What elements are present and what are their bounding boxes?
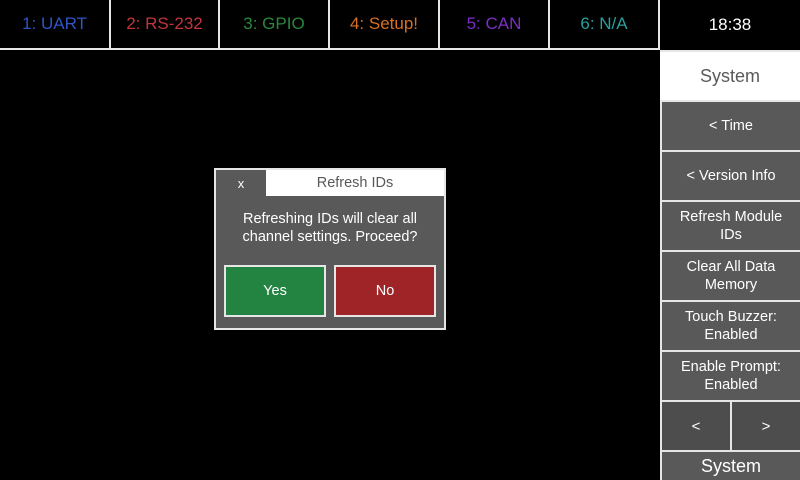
- sidebar-header: System: [660, 52, 800, 100]
- time-button[interactable]: < Time: [662, 102, 800, 150]
- previous-page-button[interactable]: <: [662, 402, 730, 450]
- refresh-ids-dialog: x Refresh IDs Refreshing IDs will clear …: [214, 168, 446, 330]
- dialog-title: Refresh IDs: [266, 170, 444, 196]
- system-sidebar: System < Time < Version Info Refresh Mod…: [660, 50, 800, 480]
- tab-setup[interactable]: 4: Setup!: [330, 0, 440, 50]
- tab-na[interactable]: 6: N/A: [550, 0, 660, 50]
- tab-gpio[interactable]: 3: GPIO: [220, 0, 330, 50]
- clock-display: 18:38: [660, 0, 800, 50]
- channel-tab-bar: 1: UART 2: RS-232 3: GPIO 4: Setup! 5: C…: [0, 0, 800, 50]
- dialog-message: Refreshing IDs will clear all channel se…: [242, 211, 418, 245]
- enable-prompt-toggle[interactable]: Enable Prompt: Enabled: [662, 352, 800, 400]
- sidebar-footer: System: [662, 452, 800, 480]
- tab-can[interactable]: 5: CAN: [440, 0, 550, 50]
- dialog-close-button[interactable]: x: [216, 170, 266, 196]
- tab-rs232[interactable]: 2: RS-232: [111, 0, 220, 50]
- confirm-yes-button[interactable]: Yes: [224, 265, 326, 317]
- version-info-button[interactable]: < Version Info: [662, 152, 800, 200]
- confirm-no-button[interactable]: No: [334, 265, 436, 317]
- next-page-button[interactable]: >: [732, 402, 800, 450]
- app-screen: 1: UART 2: RS-232 3: GPIO 4: Setup! 5: C…: [0, 0, 800, 480]
- clear-all-data-memory-button[interactable]: Clear All Data Memory: [662, 252, 800, 300]
- touch-buzzer-toggle[interactable]: Touch Buzzer: Enabled: [662, 302, 800, 350]
- refresh-module-ids-button[interactable]: Refresh Module IDs: [662, 202, 800, 250]
- tab-uart[interactable]: 1: UART: [0, 0, 111, 50]
